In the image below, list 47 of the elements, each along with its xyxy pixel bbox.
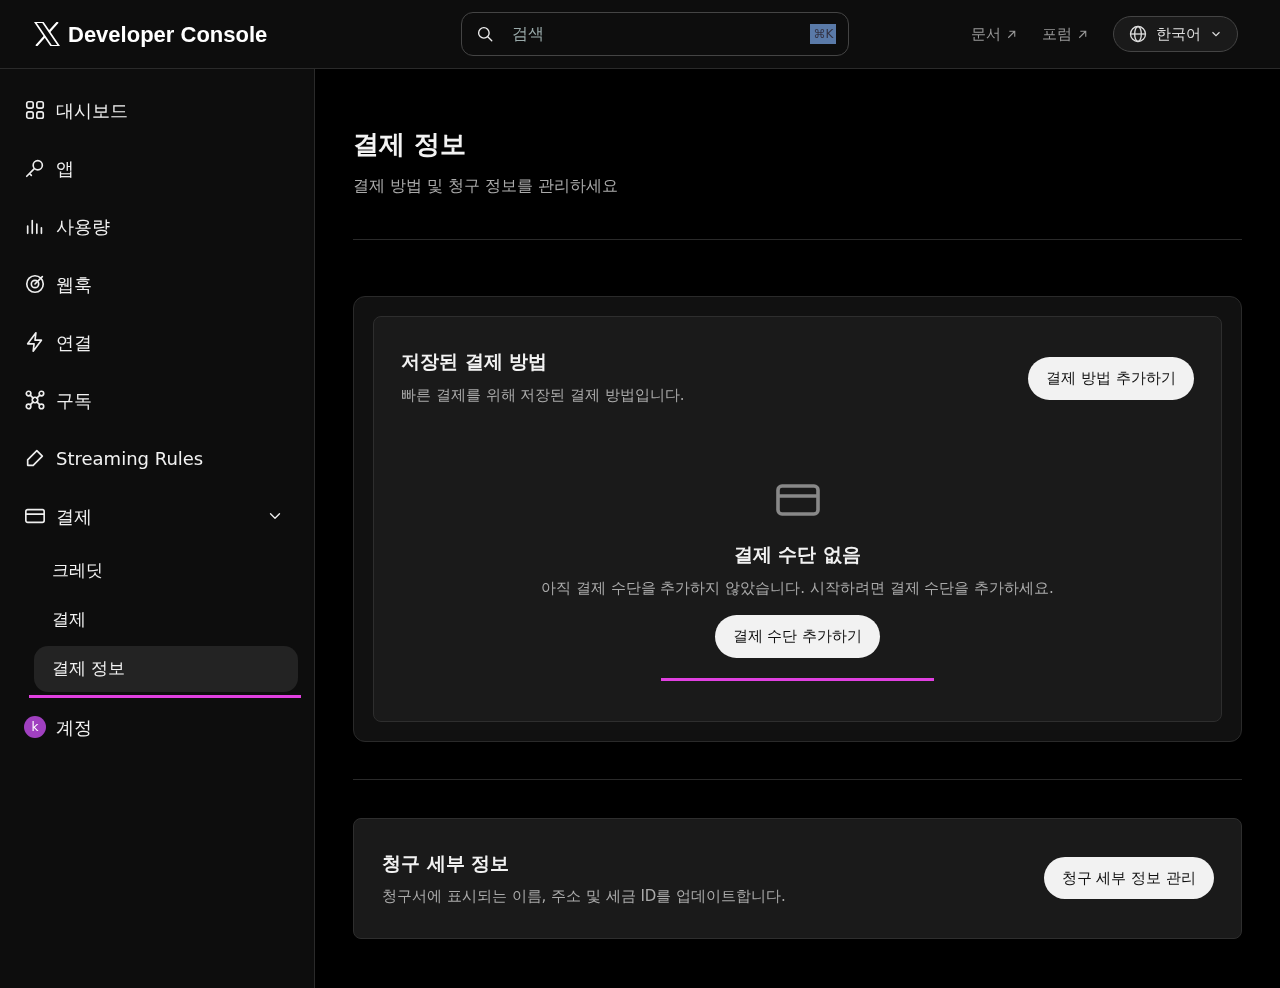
header-link[interactable]: 포럼	[1042, 22, 1089, 46]
section-title: 청구 세부 정보	[382, 850, 511, 876]
sidebar-item[interactable]: 웹훅	[14, 255, 300, 313]
sidebar-label: 연결	[56, 330, 92, 355]
sidebar-item[interactable]: 대시보드	[14, 81, 300, 139]
sidebar-label: Streaming Rules	[56, 446, 204, 471]
sidebar-label: 웹훅	[56, 272, 92, 297]
sidebar-item[interactable]: 구독	[14, 371, 300, 429]
sidebar-subitem[interactable]: 결제	[34, 597, 298, 643]
sidebar-item[interactable]: Streaming Rules	[14, 429, 300, 487]
page-subtitle: 결제 방법 및 청구 정보를 관리하세요	[353, 175, 620, 197]
brand-title: Developer Console	[68, 20, 268, 49]
key-icon	[24, 157, 46, 179]
sidebar-label: 결제	[56, 504, 92, 529]
nodes-icon	[24, 389, 46, 411]
sidebar-label: 대시보드	[56, 98, 128, 123]
sidebar-label: 계정	[56, 715, 92, 740]
avatar: k	[24, 716, 46, 738]
sidebar-label: 구독	[56, 388, 92, 413]
add-payment-button[interactable]: 결제 수단 추가하기	[714, 615, 881, 658]
pencil-icon	[24, 447, 46, 469]
sidebar-subitem[interactable]: 크레딧	[34, 548, 298, 594]
add-payment-method-button[interactable]: 결제 방법 추가하기	[1028, 357, 1194, 400]
sidebar-subitem[interactable]: 결제 정보	[34, 646, 298, 692]
empty-state-title: 결제 수단 없음	[733, 542, 862, 567]
sidebar-label: 앱	[56, 156, 74, 181]
header-link[interactable]: 문서	[971, 22, 1018, 46]
sidebar-item[interactable]: 결제	[14, 487, 300, 545]
manage-billing-button[interactable]: 청구 세부 정보 관리	[1043, 856, 1214, 900]
section-description: 청구서에 표시되는 이름, 주소 및 세금 ID를 업데이트합니다.	[382, 886, 786, 907]
globe-icon	[1128, 24, 1148, 44]
x-logo-icon	[34, 22, 60, 46]
section-description: 빠른 결제를 위해 저장된 결제 방법입니다.	[401, 384, 685, 406]
search-input[interactable]: 검색	[510, 21, 795, 47]
sidebar-label: 사용량	[56, 214, 110, 239]
sidebar-item[interactable]: 사용량	[14, 197, 300, 255]
sidebar-item[interactable]: 앱	[14, 139, 300, 197]
sidebar-item[interactable]: 연결	[14, 313, 300, 371]
language-selector[interactable]: 한국어	[1113, 15, 1238, 53]
search-icon	[476, 25, 495, 43]
page-title: 결제 정보	[353, 128, 468, 161]
target-icon	[24, 273, 46, 295]
sidebar-item[interactable]: k 계정	[14, 698, 300, 756]
grid-icon	[24, 99, 46, 121]
shortcut-hint: ⌘K	[810, 24, 837, 44]
empty-state-text: 아직 결제 수단을 추가하지 않았습니다. 시작하려면 결제 수단을 추가하세요.	[541, 577, 1054, 599]
section-title: 저장된 결제 방법	[401, 349, 549, 374]
